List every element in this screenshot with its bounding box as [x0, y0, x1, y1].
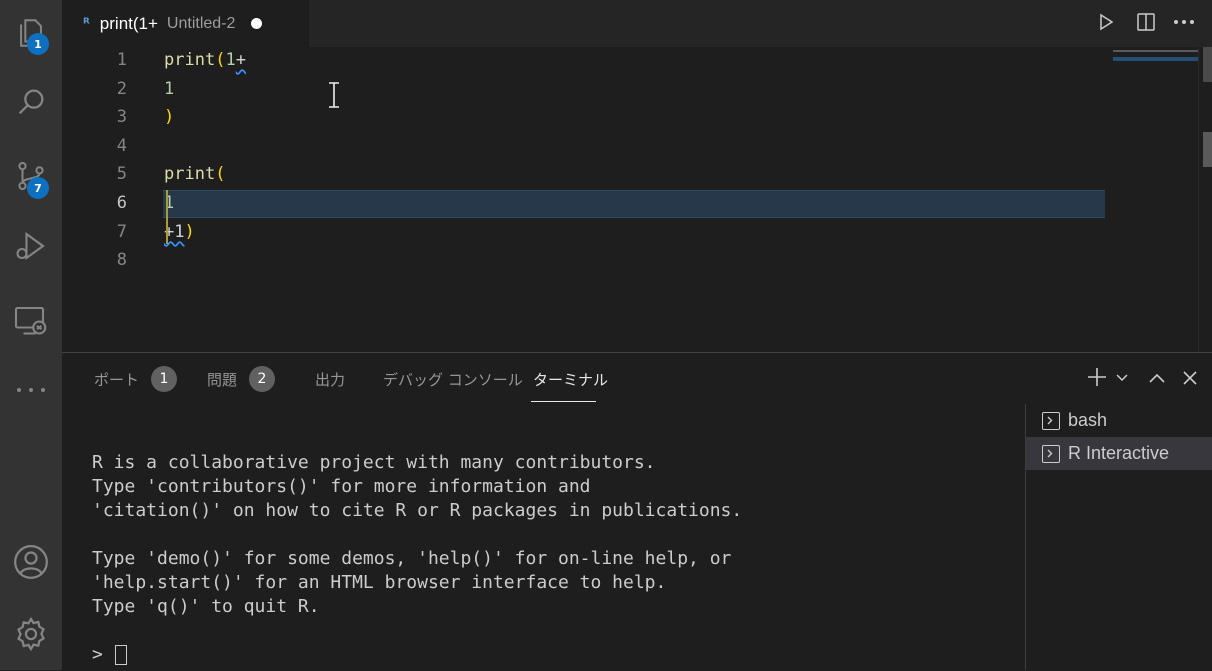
terminal-dropdown-chevron-down-icon[interactable] [1114, 370, 1130, 386]
terminal-item-r-interactive[interactable]: R Interactive [1026, 437, 1212, 470]
more-actions-icon[interactable] [1172, 10, 1196, 34]
code-line[interactable]: print(1+ [164, 50, 246, 70]
accounts-icon[interactable] [0, 534, 62, 590]
split-editor-icon[interactable] [1134, 10, 1158, 34]
code-token: 1 [225, 50, 236, 70]
remote-explorer-icon[interactable] [0, 292, 62, 348]
terminal-item-bash[interactable]: bash [1026, 404, 1212, 437]
line-number: 6 [116, 193, 127, 213]
code-line[interactable]: 1 [164, 79, 174, 99]
current-line-highlight [163, 190, 1105, 218]
code-token: ) [164, 107, 175, 127]
source-control-badge: 7 [27, 177, 49, 199]
code-token: print [164, 50, 216, 70]
terminal-icon [1042, 411, 1060, 430]
line-number: 2 [116, 79, 127, 99]
code-token: ( [215, 164, 226, 184]
terminal-icon [1042, 444, 1060, 463]
ports-count-badge: 1 [151, 366, 178, 392]
terminal-item-label: R Interactive [1068, 443, 1170, 463]
code-token: print [164, 164, 216, 184]
tab-terminal-label: ターミナル [533, 370, 609, 389]
line-number: 7 [116, 222, 127, 242]
code-token: ) [184, 222, 195, 242]
code-token: + [235, 50, 246, 70]
code-line[interactable]: print( [164, 164, 225, 184]
tab-debug-console[interactable]: デバッグ コンソール [383, 368, 523, 390]
tab-problems[interactable]: 問題 2 [207, 366, 276, 392]
run-debug-icon[interactable] [0, 218, 62, 274]
tab-terminal[interactable]: ターミナル [533, 368, 608, 390]
line-number: 8 [116, 250, 127, 270]
unsaved-dot-icon[interactable] [251, 18, 263, 29]
maximize-panel-chevron-up-icon[interactable] [1147, 368, 1167, 388]
terminal-item-label: bash [1068, 410, 1108, 430]
terminal-line: 'citation()' on how to cite R or R packa… [92, 500, 743, 521]
code-line[interactable]: ) [164, 107, 174, 127]
tab-ports[interactable]: ポート 1 [94, 366, 178, 392]
terminal-line: Type 'demo()' for some demos, 'help()' f… [92, 548, 732, 569]
tab-output[interactable]: 出力 [315, 368, 345, 390]
new-terminal-plus-icon[interactable] [1086, 366, 1108, 388]
terminal-line: 'help.start()' for an HTML browser inter… [92, 572, 667, 593]
problems-count-badge: 2 [249, 366, 276, 392]
r-file-icon: ᴿ [83, 15, 90, 32]
activity-bar: 1 7 [0, 0, 62, 670]
tab-title: print(1+ [99, 13, 158, 33]
line-number: 4 [116, 136, 127, 156]
close-panel-icon[interactable] [1180, 368, 1200, 388]
terminal-line: Type 'q()' to quit R. [92, 596, 320, 617]
code-token: 1 [164, 79, 175, 99]
tab-ports-label: ポート [94, 370, 140, 389]
bracket-guide [166, 190, 168, 244]
terminal-cursor [115, 645, 127, 665]
tab-output-label: 出力 [315, 370, 346, 389]
tab-problems-label: 問題 [207, 370, 238, 389]
code-line[interactable]: +1) [164, 222, 195, 242]
run-file-icon[interactable] [1094, 10, 1118, 34]
line-number: 1 [116, 50, 127, 70]
active-tab-underline [531, 401, 596, 402]
more-icon[interactable] [0, 362, 62, 418]
search-icon[interactable] [0, 74, 62, 130]
terminal-line: > [92, 644, 114, 665]
editor-scrollbar[interactable] [1198, 47, 1212, 352]
tab-description: Untitled-2 [166, 14, 236, 32]
code-token: ( [215, 50, 226, 70]
line-number: 5 [116, 164, 127, 184]
settings-gear-icon[interactable] [0, 606, 62, 662]
terminal-line: R is a collaborative project with many c… [92, 452, 656, 473]
text-cursor-icon [326, 82, 342, 108]
editor-tab[interactable]: ᴿ print(1+ Untitled-2 [62, 0, 309, 47]
terminal-line: Type 'contributors()' for more informati… [92, 476, 591, 497]
explorer-badge: 1 [27, 33, 49, 55]
line-number: 3 [116, 107, 127, 127]
tab-debug-console-label: デバッグ コンソール [383, 370, 523, 389]
minimap[interactable] [1113, 47, 1199, 352]
